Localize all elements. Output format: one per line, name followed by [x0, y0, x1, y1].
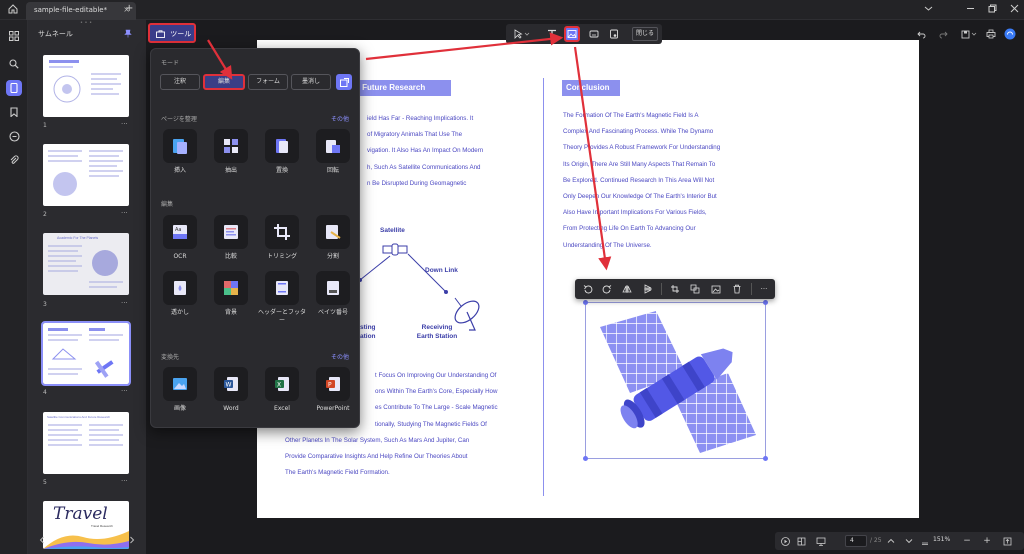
arrow-to-image: [573, 46, 612, 271]
tutorial-arrows-overlay: [207, 32, 612, 271]
arrow-to-edit-mode: [207, 39, 233, 80]
arrow-to-add-image: [365, 32, 564, 61]
